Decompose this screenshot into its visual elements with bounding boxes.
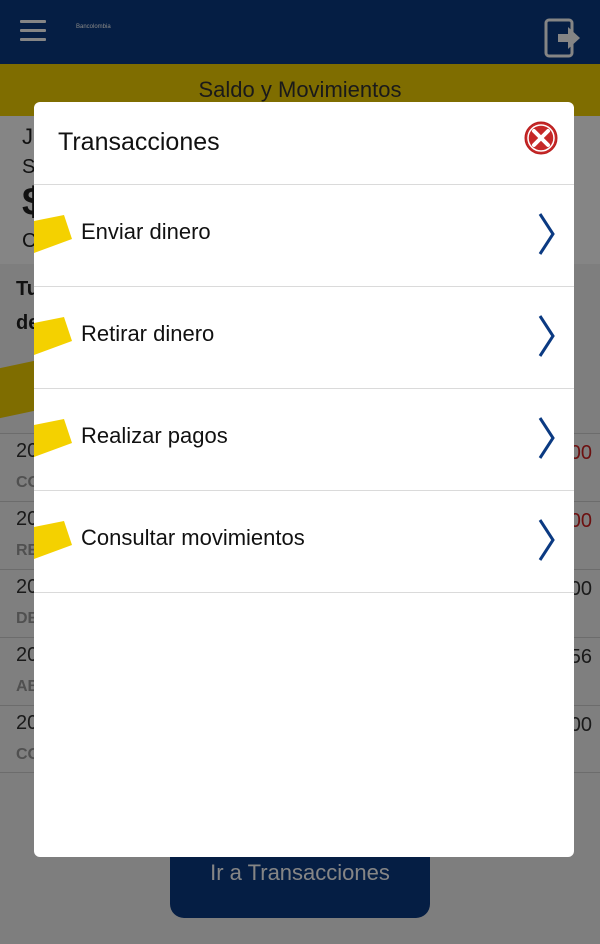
close-icon[interactable] — [523, 120, 559, 156]
yellow-tag-icon — [34, 317, 72, 355]
chevron-right-icon — [538, 315, 555, 357]
menu-item-enviar-dinero[interactable]: Enviar dinero — [34, 185, 574, 287]
transactions-modal: Transacciones Enviar dinero Retirar dine… — [34, 102, 574, 857]
chevron-right-icon — [538, 519, 555, 561]
menu-item-label: Realizar pagos — [81, 423, 228, 448]
menu-item-label: Enviar dinero — [81, 219, 211, 244]
menu-item-label: Consultar movimientos — [81, 525, 305, 550]
chevron-right-icon — [538, 213, 555, 255]
menu-item-retirar-dinero[interactable]: Retirar dinero — [34, 287, 574, 389]
modal-title: Transacciones — [58, 128, 220, 156]
menu-item-realizar-pagos[interactable]: Realizar pagos — [34, 389, 574, 491]
yellow-tag-icon — [34, 419, 72, 457]
yellow-tag-icon — [34, 215, 72, 253]
menu-item-consultar-movimientos[interactable]: Consultar movimientos — [34, 491, 574, 593]
chevron-right-icon — [538, 417, 555, 459]
yellow-tag-icon — [34, 521, 72, 559]
modal-header: Transacciones — [34, 102, 574, 185]
menu-item-label: Retirar dinero — [81, 321, 215, 346]
